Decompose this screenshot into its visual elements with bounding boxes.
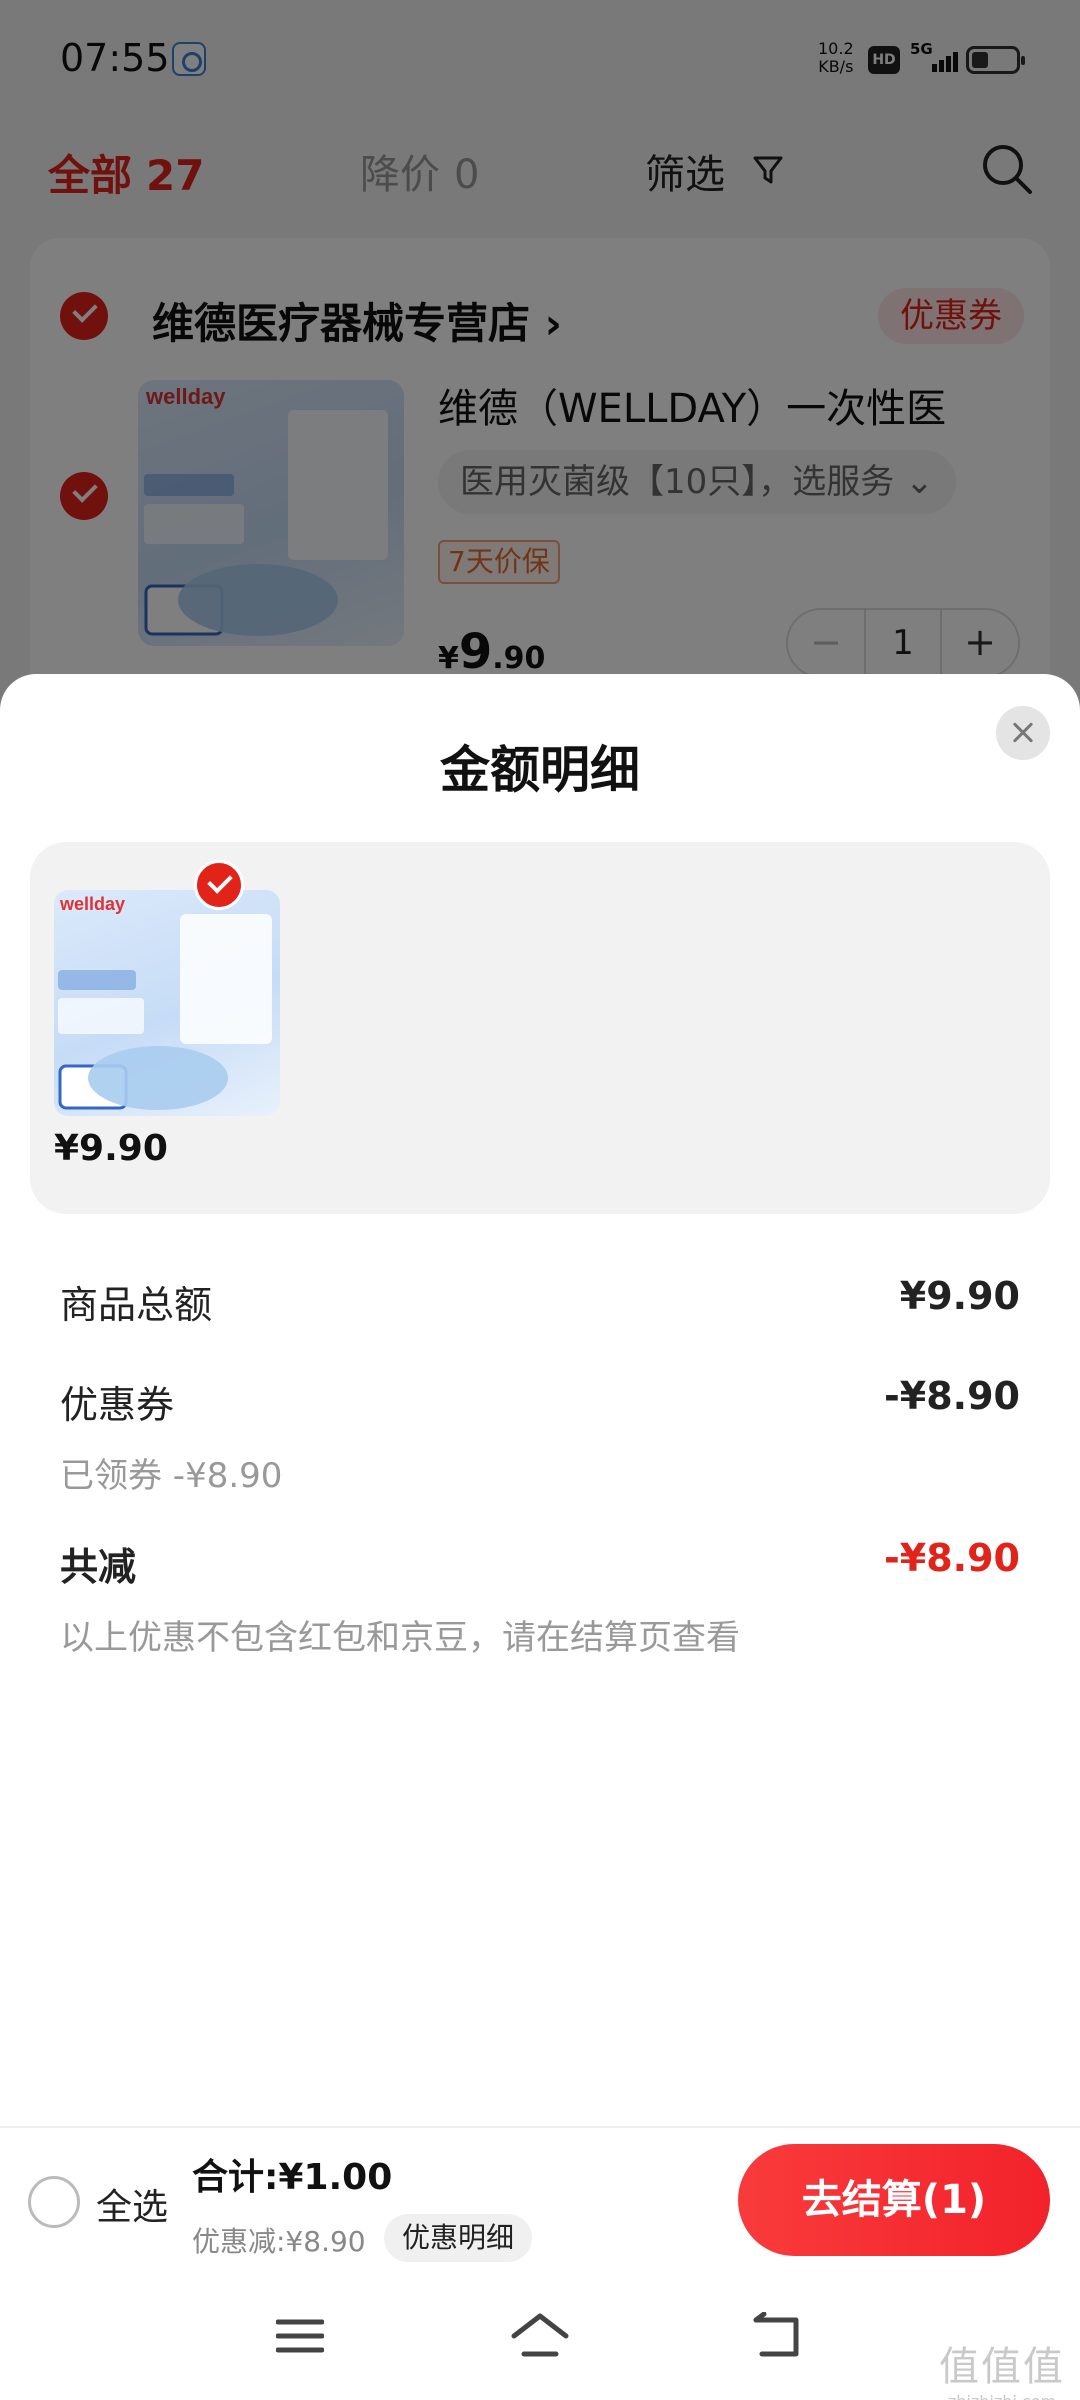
coupon-row: 优惠券 -¥8.90 已领券 -¥8.90 bbox=[60, 1374, 1020, 1524]
select-all-label[interactable]: 全选 bbox=[96, 2178, 168, 2230]
select-all-radio[interactable] bbox=[28, 2176, 80, 2228]
discount-detail-button[interactable]: 优惠明细 bbox=[384, 2214, 533, 2262]
amount-detail-sheet: 金额明细 wellday ¥9.90 商品总额 ¥9.90 优惠券 -¥8.90… bbox=[0, 674, 1080, 2126]
system-nav-bar: 值值值 zhizhizhi.com bbox=[0, 2274, 1080, 2400]
total-reduce-label: 共减 bbox=[60, 1545, 137, 1589]
back-icon[interactable] bbox=[752, 2312, 804, 2360]
watermark-logo: 值值值 bbox=[939, 2344, 1065, 2390]
item-thumbnail: wellday bbox=[54, 890, 280, 1116]
coupon-sub-text: 已领券 -¥8.90 bbox=[60, 1456, 283, 1496]
coupon-label: 优惠券 bbox=[60, 1383, 175, 1427]
total-reduce-row: 共减 -¥8.90 以上优惠不包含红包和京豆，请在结算页查看 bbox=[60, 1536, 1020, 1696]
item-panel: wellday ¥9.90 bbox=[30, 842, 1050, 1214]
goods-total-row: 商品总额 ¥9.90 bbox=[60, 1274, 1020, 1334]
goods-total-label: 商品总额 bbox=[60, 1283, 213, 1327]
saved-amount: 优惠减:¥8.90 bbox=[192, 2225, 366, 2258]
watermark-url: zhizhizhi.com bbox=[928, 2392, 1076, 2400]
item-price: ¥9.90 bbox=[54, 1128, 168, 1169]
discount-note: 以上优惠不包含红包和京豆，请在结算页查看 bbox=[60, 1618, 740, 1658]
sum-total: 合计:¥1.00 bbox=[192, 2157, 393, 2198]
checkout-button[interactable]: 去结算(1) bbox=[738, 2144, 1050, 2256]
home-icon[interactable] bbox=[510, 2310, 570, 2362]
goods-total-value: ¥9.90 bbox=[899, 1274, 1020, 1318]
item-selected-check-icon bbox=[194, 860, 244, 910]
sheet-title: 金额明细 bbox=[440, 741, 640, 799]
menu-icon[interactable] bbox=[276, 2316, 324, 2356]
dim-overlay[interactable] bbox=[0, 0, 1080, 700]
watermark: 值值值 zhizhizhi.com bbox=[928, 2334, 1076, 2400]
total-reduce-value: -¥8.90 bbox=[884, 1536, 1020, 1580]
coupon-value: -¥8.90 bbox=[884, 1374, 1020, 1418]
checkout-bar: 全选 合计:¥1.00 优惠减:¥8.90 优惠明细 去结算(1) bbox=[0, 2126, 1080, 2274]
mask-box-icon: wellday bbox=[58, 894, 272, 1110]
close-icon[interactable] bbox=[996, 706, 1050, 760]
svg-text:wellday: wellday bbox=[59, 894, 125, 914]
